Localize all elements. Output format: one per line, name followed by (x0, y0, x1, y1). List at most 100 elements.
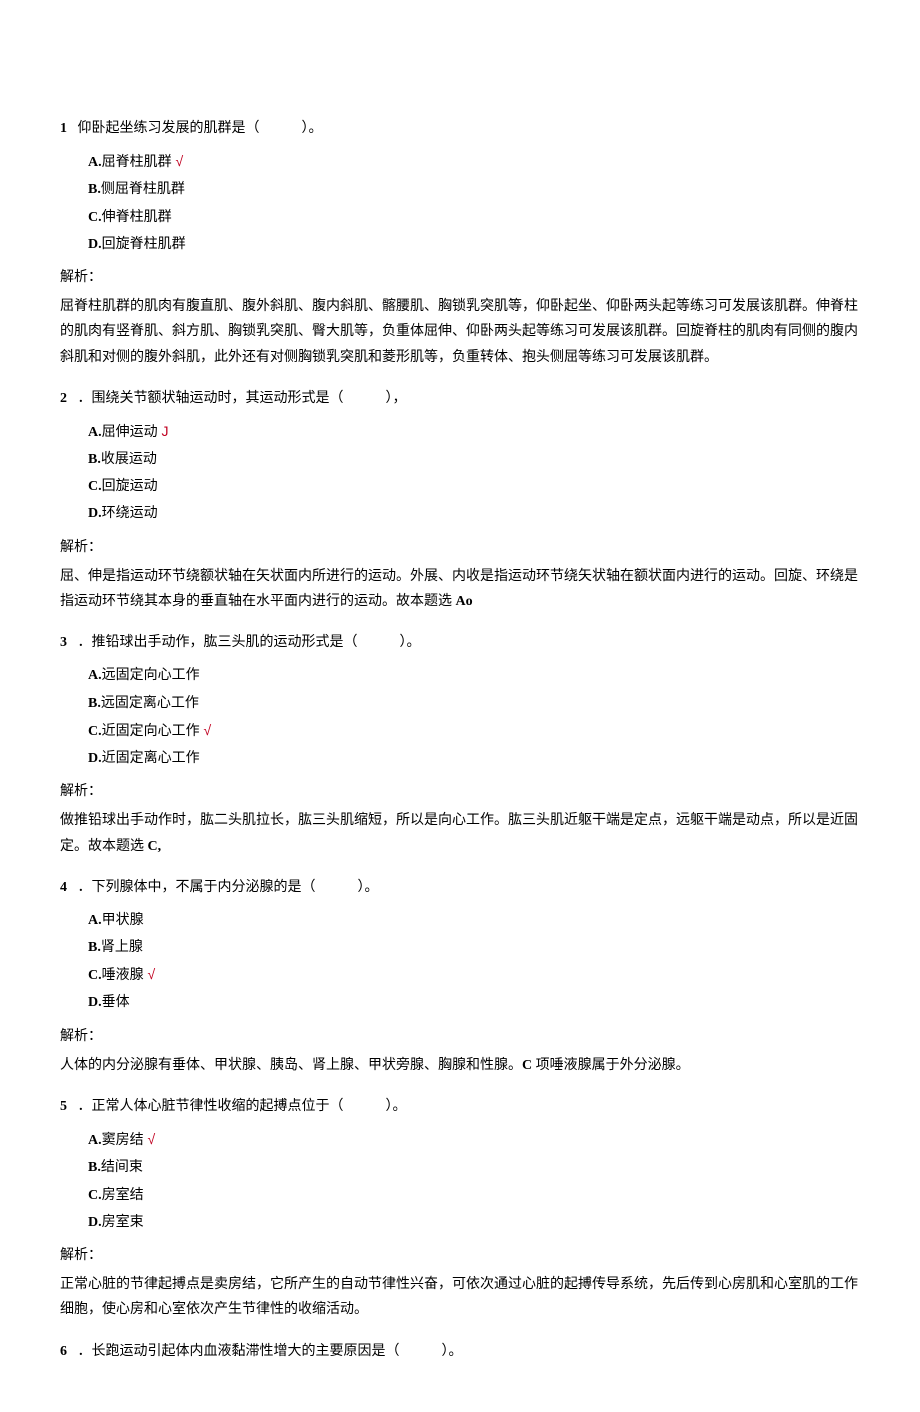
option-item: D.垂体 (88, 990, 860, 1015)
option-letter: C. (88, 968, 102, 983)
question-stem: 1 仰卧起坐练习发展的肌群是（ ）。 (60, 116, 860, 141)
analysis-part: 人体的内分泌腺有垂体、甲状腺、胰岛、肾上腺、甲状旁腺、胸腺和性腺。 (60, 1058, 522, 1073)
correct-mark-icon: √ (172, 153, 184, 169)
option-item: A.窦房结 √ (88, 1127, 860, 1153)
option-item: C.伸脊柱肌群 (88, 205, 860, 230)
question-text-after: ）。 (386, 1099, 407, 1114)
option-letter: D. (88, 751, 102, 766)
option-item: A.屈伸运动 J (88, 419, 860, 445)
option-text: 房室结 (102, 1188, 144, 1203)
option-letter: D. (88, 237, 102, 252)
question-text: ．正常人体心脏节律性收缩的起搏点位于（ (74, 1099, 344, 1114)
option-text: 环绕运动 (102, 506, 158, 521)
option-text: 垂体 (102, 995, 130, 1010)
question-number: 6 (60, 1339, 74, 1364)
option-letter: D. (88, 506, 102, 521)
question-text-after: ）。 (302, 121, 323, 136)
option-item: A.远固定向心工作 (88, 663, 860, 688)
question-text: ．推铅球出手动作，肱三头肌的运动形式是（ (74, 635, 358, 650)
option-letter: B. (88, 452, 101, 467)
question-number: 4 (60, 875, 74, 900)
blank-gap (260, 121, 302, 136)
option-text: 侧屈脊柱肌群 (101, 182, 185, 197)
question-text: ．下列腺体中，不属于内分泌腺的是（ (74, 880, 316, 895)
option-item: D.近固定离心工作 (88, 746, 860, 771)
option-item: D.房室束 (88, 1210, 860, 1235)
analysis-label: 解析： (60, 535, 860, 560)
option-letter: A. (88, 913, 102, 928)
analysis-part: Ao (452, 594, 473, 609)
blank-gap (400, 1344, 442, 1359)
analysis-text: 屈、伸是指运动环节绕额状轴在矢状面内所进行的运动。外展、内收是指运动环节绕矢状轴… (60, 564, 860, 614)
analysis-part: C, (144, 839, 161, 854)
analysis-part: C (522, 1058, 532, 1073)
option-item: A.甲状腺 (88, 908, 860, 933)
question-stem: 6 ．长跑运动引起体内血液黏滞性增大的主要原因是（ ）。 (60, 1339, 860, 1364)
option-item: B.结间束 (88, 1155, 860, 1180)
analysis-label: 解析： (60, 265, 860, 290)
question-text-after: ）。 (442, 1344, 463, 1359)
option-letter: A. (88, 1133, 102, 1148)
option-item: B.侧屈脊柱肌群 (88, 177, 860, 202)
option-text: 远固定离心工作 (101, 696, 199, 711)
option-text: 屈伸运动 (102, 425, 158, 440)
option-letter: B. (88, 940, 101, 955)
option-text: 唾液腺 (102, 968, 144, 983)
option-letter: D. (88, 1215, 102, 1230)
question-number: 5 (60, 1094, 74, 1119)
option-letter: A. (88, 425, 102, 440)
correct-mark-icon: √ (200, 722, 212, 738)
question-stem: 3 ．推铅球出手动作，肱三头肌的运动形式是（ ）。 (60, 630, 860, 655)
option-letter: B. (88, 1160, 101, 1175)
option-letter: D. (88, 995, 102, 1010)
option-list: A.屈脊柱肌群 √B.侧屈脊柱肌群C.伸脊柱肌群D.回旋脊柱肌群 (88, 149, 860, 257)
option-letter: C. (88, 479, 102, 494)
blank-gap (316, 880, 358, 895)
analysis-label: 解析： (60, 1024, 860, 1049)
analysis-text: 正常心脏的节律起搏点是卖房结，它所产生的自动节律性兴奋，可依次通过心脏的起搏传导… (60, 1272, 860, 1322)
option-item: D.环绕运动 (88, 501, 860, 526)
option-text: 甲状腺 (102, 913, 144, 928)
analysis-text: 人体的内分泌腺有垂体、甲状腺、胰岛、肾上腺、甲状旁腺、胸腺和性腺。C 项唾液腺属… (60, 1053, 860, 1078)
correct-mark-icon: √ (144, 1131, 156, 1147)
option-text: 回旋运动 (102, 479, 158, 494)
option-item: C.房室结 (88, 1183, 860, 1208)
question-stem: 4 ．下列腺体中，不属于内分泌腺的是（ ）。 (60, 875, 860, 900)
question-number: 3 (60, 630, 74, 655)
option-item: B.远固定离心工作 (88, 691, 860, 716)
option-letter: B. (88, 696, 101, 711)
option-item: C.唾液腺 √ (88, 962, 860, 988)
correct-mark-icon: J (158, 423, 169, 439)
option-text: 结间束 (101, 1160, 143, 1175)
question-text: 仰卧起坐练习发展的肌群是（ (74, 121, 260, 136)
option-text: 屈脊柱肌群 (102, 155, 172, 170)
analysis-label: 解析： (60, 1243, 860, 1268)
question-text-after: ）， (386, 391, 407, 406)
option-item: C.近固定向心工作 √ (88, 718, 860, 744)
option-letter: B. (88, 182, 101, 197)
question-number: 1 (60, 116, 74, 141)
option-letter: A. (88, 668, 102, 683)
option-text: 伸脊柱肌群 (102, 210, 172, 225)
option-text: 近固定向心工作 (102, 724, 200, 739)
question-text-after: ）。 (358, 880, 379, 895)
option-text: 房室束 (102, 1215, 144, 1230)
option-text: 肾上腺 (101, 940, 143, 955)
question-text-after: ）。 (400, 635, 421, 650)
question-stem: 2 ．围绕关节额状轴运动时，其运动形式是（ ）， (60, 386, 860, 411)
option-letter: C. (88, 1188, 102, 1203)
option-item: B.收展运动 (88, 447, 860, 472)
analysis-part: 做推铅球出手动作时，肱二头肌拉长，肱三头肌缩短，所以是向心工作。肱三头肌近躯干端… (60, 813, 858, 853)
option-letter: C. (88, 210, 102, 225)
option-text: 回旋脊柱肌群 (102, 237, 186, 252)
option-item: B.肾上腺 (88, 935, 860, 960)
option-item: A.屈脊柱肌群 √ (88, 149, 860, 175)
option-text: 近固定离心工作 (102, 751, 200, 766)
option-letter: A. (88, 155, 102, 170)
correct-mark-icon: √ (144, 966, 156, 982)
option-item: C.回旋运动 (88, 474, 860, 499)
question-number: 2 (60, 386, 74, 411)
option-list: A.窦房结 √B.结间束C.房室结D.房室束 (88, 1127, 860, 1235)
analysis-part: 项唾液腺属于外分泌腺。 (532, 1058, 690, 1073)
blank-gap (344, 1099, 386, 1114)
